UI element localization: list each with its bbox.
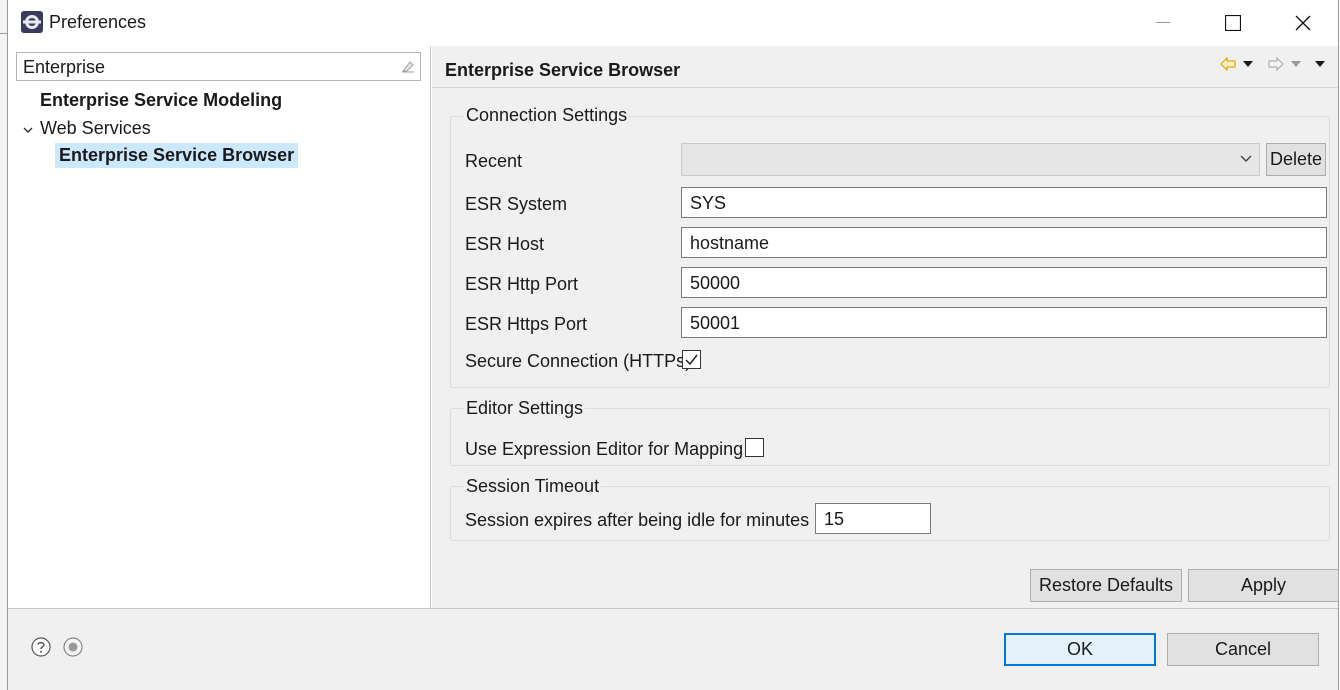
page-header: Enterprise Service Browser [432,46,1338,88]
tree-item-label: Enterprise Service Browser [59,145,295,165]
esr-system-label: ESR System [465,194,568,214]
page-title: Enterprise Service Browser [445,60,681,80]
view-menu-button[interactable] [1311,54,1329,74]
ok-button[interactable]: OK [1004,633,1156,666]
esr-host-field[interactable]: hostname [681,227,1327,258]
tree-item-label: Web Services [40,118,151,138]
delete-button-label: Delete [1269,149,1323,169]
esr-https-port-field[interactable]: 50001 [681,307,1327,338]
expression-editor-label: Use Expression Editor for Mapping [465,439,744,459]
esr-http-port-value: 50000 [690,273,741,293]
close-icon [1295,15,1311,31]
forward-arrow-icon [1268,57,1284,71]
clear-filter-icon[interactable] [400,58,416,74]
chevron-down-icon [1240,155,1252,162]
apply-button[interactable]: Apply [1188,569,1339,602]
preferences-dialog: Preferences Enterprise Enterprise Servic… [7,0,1339,690]
forward-menu-button[interactable] [1287,54,1305,74]
session-minutes-field[interactable]: 15 [815,503,931,534]
help-icon[interactable] [31,637,51,657]
preferences-tree-pane: Enterprise Enterprise Service Modeling W… [8,46,431,608]
esr-https-port-value: 50001 [690,313,741,333]
page-navigation [1217,54,1329,74]
recent-label: Recent [465,151,523,171]
delete-button[interactable]: Delete [1266,143,1326,176]
session-idle-label: Session expires after being idle for min… [465,510,810,530]
esr-https-port-label: ESR Https Port [465,314,588,334]
tree-item-enterprise-service-browser[interactable]: Enterprise Service Browser [55,143,299,168]
secure-connection-label: Secure Connection (HTTPs) [465,351,692,371]
minimize-button[interactable] [1128,0,1198,46]
connection-settings-title: Connection Settings [464,105,630,126]
ok-label: OK [1066,639,1093,659]
dialog-button-bar: OK Cancel [8,608,1338,690]
esr-host-label: ESR Host [465,234,545,254]
chevron-down-icon[interactable] [22,124,34,136]
recent-combo[interactable] [681,143,1260,176]
restore-defaults-button[interactable]: Restore Defaults [1030,569,1182,602]
back-menu-button[interactable] [1239,54,1257,74]
restore-defaults-label: Restore Defaults [1038,575,1174,595]
close-button[interactable] [1268,0,1338,46]
background-window-edge [0,0,7,690]
tree-item-label: Enterprise Service Modeling [40,90,283,110]
maximize-icon [1225,15,1241,31]
tree-item-web-services[interactable]: Web Services [40,118,151,139]
eclipse-icon [21,11,43,33]
preference-page: Enterprise Service Browser Connection Se… [432,46,1339,608]
esr-http-port-field[interactable]: 50000 [681,267,1327,298]
esr-system-field[interactable]: SYS [681,187,1327,218]
back-button[interactable] [1217,54,1239,74]
tree-item-enterprise-service-modeling[interactable]: Enterprise Service Modeling [40,90,282,111]
maximize-button[interactable] [1198,0,1268,46]
session-timeout-title: Session Timeout [464,476,602,497]
editor-settings-title: Editor Settings [464,398,586,419]
filter-input-value: Enterprise [23,57,106,77]
apply-label: Apply [1240,575,1287,595]
back-arrow-icon [1220,57,1236,71]
esr-http-port-label: ESR Http Port [465,274,579,294]
background-window-line [0,33,7,34]
forward-button[interactable] [1265,54,1287,74]
forward-menu-icon [1291,61,1301,67]
esr-host-value: hostname [690,233,770,253]
minimize-icon [1156,22,1170,23]
cancel-button[interactable]: Cancel [1167,633,1319,666]
filter-input[interactable]: Enterprise [16,52,421,81]
esr-system-value: SYS [690,193,727,213]
cancel-label: Cancel [1214,639,1272,659]
view-menu-icon [1315,61,1325,67]
expression-editor-checkbox[interactable] [745,438,764,457]
record-macro-icon[interactable] [63,637,83,657]
session-minutes-value: 15 [824,509,845,529]
back-menu-icon [1243,61,1253,67]
secure-connection-checkbox[interactable] [682,350,701,369]
title-bar: Preferences [8,0,1338,46]
checkmark-icon [685,354,698,366]
window-title: Preferences [49,12,147,32]
